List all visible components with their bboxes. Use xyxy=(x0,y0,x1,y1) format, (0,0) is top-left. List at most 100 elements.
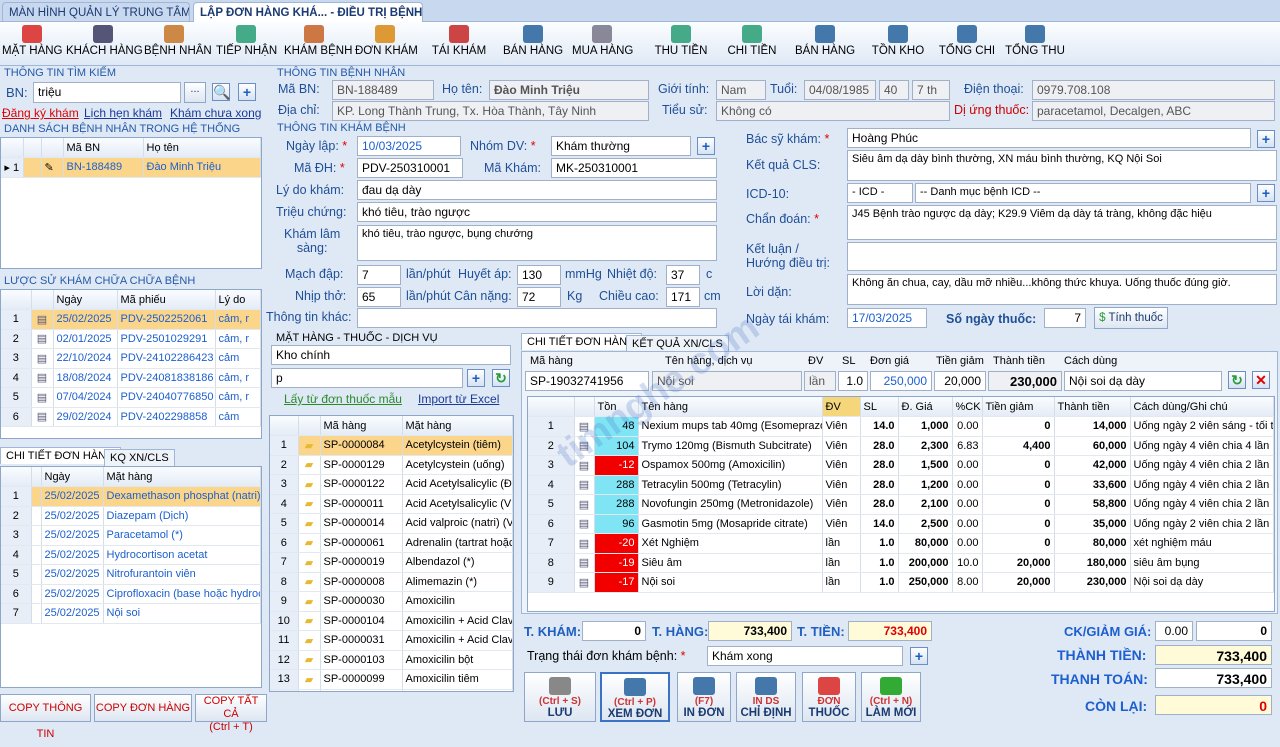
table-row[interactable]: 5 ▰ SP-0000014 Acid valproic (natri) (Vi xyxy=(270,513,513,534)
days-stepper[interactable]: 7 xyxy=(1044,308,1086,328)
payment-field[interactable]: 733,400 xyxy=(1155,668,1272,688)
table-row[interactable]: 7 25/02/2025 Nội soi xyxy=(1,603,261,624)
action-button-4[interactable]: ĐƠN THUỐC xyxy=(802,672,856,722)
table-row[interactable]: 6 ▰ SP-0000061 Adrenalin (tartrat hoặc xyxy=(270,533,513,553)
temp-field[interactable]: 37 xyxy=(666,265,700,285)
browse-button[interactable]: ... xyxy=(184,82,206,103)
entry-price[interactable]: 250,000 xyxy=(870,371,932,391)
toolbar-button-14[interactable]: TỔNG THU xyxy=(1005,24,1065,64)
toolbar-button-11[interactable]: BÁN HÀNG xyxy=(795,24,855,64)
discount-amount[interactable]: 0 xyxy=(1196,621,1272,641)
table-row[interactable]: 5 ▤ 288 Novofungin 250mg (Metronidazole) Viê… xyxy=(528,494,1274,515)
table-row[interactable]: 7 ▰ SP-0000019 Albendazol (*) xyxy=(270,552,513,573)
icd-category-select[interactable]: -- Danh mục bệnh ICD -- xyxy=(915,183,1251,203)
table-row[interactable]: 6 ▤ 29/02/2024 PDV-2402298858 cảm xyxy=(1,407,261,427)
search-input[interactable]: triệu xyxy=(33,82,181,103)
table-row[interactable]: 11 ▰ SP-0000031 Amoxicilin + Acid Clav xyxy=(270,630,513,651)
table-row[interactable]: 5 25/02/2025 Nitrofurantoin viên xyxy=(1,564,261,585)
toolbar-button-0[interactable]: MẶT HÀNG xyxy=(2,24,63,64)
refresh-entry-icon[interactable]: ↻ xyxy=(1228,371,1246,389)
toolbar-button-4[interactable]: KHÁM BỆNH xyxy=(284,24,352,64)
link-register[interactable]: Đăng ký khám xyxy=(2,106,79,120)
diagnosis-field[interactable]: J45 Bệnh trào ngược dạ dày; K29.9 Viêm d… xyxy=(847,205,1277,240)
add-patient-icon[interactable]: + xyxy=(238,83,256,101)
t-kham-field[interactable]: 0 xyxy=(582,621,646,641)
table-row[interactable]: 12 ▰ SP-0000103 Amoxicilin bột xyxy=(270,650,513,670)
table-row[interactable]: 3 ▰ SP-0000122 Acid Acetylsalicylic (Đ xyxy=(270,474,513,495)
product-search-input[interactable]: p xyxy=(271,368,463,388)
table-row[interactable]: 4 ▤ 288 Tetracylin 500mg (Tetracylin) Viên 28… xyxy=(528,475,1274,495)
table-row[interactable]: 8 ▤ -19 Siêu âm lần 1.0 200,000 10.0 20,000 180,0… xyxy=(528,553,1274,573)
action-button-5[interactable]: (Ctrl + N) LÀM MỚI xyxy=(861,672,921,722)
t-hang-field[interactable]: 733,400 xyxy=(708,621,792,641)
calculate-drug-button[interactable]: $ Tính thuốc xyxy=(1094,307,1168,329)
table-row[interactable]: ▸ 1 ✎ BN-188489 Đào Minh Triệu xyxy=(1,157,261,178)
allergy-field[interactable]: paracetamol, Decalgen, ABC xyxy=(1032,101,1275,121)
table-row[interactable]: 4 ▰ SP-0000011 Acid Acetylsalicylic (V xyxy=(270,494,513,514)
table-row[interactable]: 3 ▤ 22/10/2024 PDV-24102286423 cảm xyxy=(1,348,261,369)
entry-unit[interactable]: lần xyxy=(804,371,836,391)
table-row[interactable]: 9 ▰ SP-0000030 Amoxicilin xyxy=(270,591,513,612)
table-row[interactable]: 9 ▤ -17 Nội soi lần 1.0 250,000 8.00 20,000 230,0… xyxy=(528,572,1274,593)
table-row[interactable]: 13 ▰ SP-0000099 Amoxicilin tiêm xyxy=(270,669,513,690)
subtotal-field[interactable]: 733,400 xyxy=(1155,645,1272,665)
table-row[interactable]: 2 ▰ SP-0000129 Acetylcystein (uống) xyxy=(270,455,513,475)
tab-order[interactable]: LẬP ĐƠN HÀNG KHÁ... - ĐIỀU TRỊ BỆNH ⊗ xyxy=(193,2,423,22)
tab-lab-results-left[interactable]: KQ XN/CLS xyxy=(104,449,175,466)
action-button-2[interactable]: (F7) IN ĐƠN xyxy=(677,672,731,722)
table-row[interactable]: 1 ▰ SP-0000084 Acetylcystein (tiêm) xyxy=(270,435,513,456)
table-row[interactable]: 4 25/02/2025 Hydrocortison acetat xyxy=(1,545,261,565)
lab-result-field[interactable]: Siêu âm dạ dày bình thường, XN máu bình … xyxy=(847,150,1277,181)
search-icon[interactable]: 🔍 xyxy=(212,83,230,101)
action-button-0[interactable]: (Ctrl + S) LƯU xyxy=(524,672,596,722)
add-status-icon[interactable]: + xyxy=(910,647,928,665)
ngay-lap-field[interactable]: 10/03/2025 xyxy=(357,136,461,156)
table-row[interactable]: 1 ▤ 25/02/2025 PDV-2502252061 cảm, r xyxy=(1,309,261,330)
ma-kham-field[interactable]: MK-250310001 xyxy=(551,158,717,178)
address-field[interactable]: KP. Long Thành Trung, Tx. Hòa Thành, Tây… xyxy=(332,101,649,121)
copy-all-button[interactable]: COPY TẤT CẢ (Ctrl + T) xyxy=(195,694,267,733)
toolbar-button-10[interactable]: CHI TIỀN xyxy=(722,24,782,64)
phone-field[interactable]: 0979.708.108 xyxy=(1032,80,1275,100)
age-field[interactable]: 40 xyxy=(879,80,909,100)
add-service-group-icon[interactable]: + xyxy=(697,137,715,155)
toolbar-button-2[interactable]: BỆNH NHÂN xyxy=(144,24,212,64)
other-field[interactable] xyxy=(357,308,717,328)
toolbar-button-7[interactable]: BÁN HÀNG xyxy=(503,24,563,64)
clinical-field[interactable]: khó tiêu, trào ngược, bụng chướng xyxy=(357,225,717,261)
link-unfinished[interactable]: Khám chưa xong xyxy=(170,106,261,120)
edit-icon[interactable]: ✎ xyxy=(41,157,64,178)
pulse-field[interactable]: 7 xyxy=(357,265,401,285)
table-row[interactable]: 3 25/02/2025 Paracetamol (*) xyxy=(1,525,261,546)
action-button-3[interactable]: IN DS CHỈ ĐỊNH xyxy=(736,672,796,722)
table-row[interactable]: 10 ▰ SP-0000104 Amoxicilin + Acid Clav xyxy=(270,611,513,631)
ma-dh-field[interactable]: PDV-250310001 xyxy=(357,158,463,178)
toolbar-button-13[interactable]: TỔNG CHI xyxy=(937,24,997,64)
table-row[interactable]: 2 25/02/2025 Diazepam (Dịch) xyxy=(1,506,261,526)
table-row[interactable]: 6 ▤ 96 Gasmotin 5mg (Mosapride citrate) Viên… xyxy=(528,514,1274,534)
table-row[interactable]: 7 ▤ -20 Xét Nghiệm lần 1.0 80,000 0.00 0 80,000 xé… xyxy=(528,533,1274,554)
copy-order-button[interactable]: COPY ĐƠN HÀNG xyxy=(94,694,192,722)
add-doctor-icon[interactable]: + xyxy=(1257,130,1275,148)
table-row[interactable]: 4 ▤ 18/08/2024 PDV-24081838186 cảm, r xyxy=(1,368,261,388)
toolbar-button-9[interactable]: THU TIỀN xyxy=(651,24,711,64)
toolbar-button-3[interactable]: TIẾP NHẬN xyxy=(216,24,277,64)
warehouse-select[interactable]: Kho chính xyxy=(271,345,511,365)
table-row[interactable]: 5 ▤ 07/04/2024 PDV-24040776850 cảm, r xyxy=(1,387,261,408)
entry-usage[interactable]: Nội soi dạ dày xyxy=(1064,371,1222,391)
toolbar-button-5[interactable]: ĐƠN KHÁM xyxy=(355,24,418,64)
status-select[interactable]: Khám xong xyxy=(707,646,903,666)
advice-field[interactable]: Không ăn chua, cay, dầu mỡ nhiều...không… xyxy=(847,274,1277,305)
follow-up-date[interactable]: 17/03/2025 xyxy=(847,308,927,328)
age-month-field[interactable]: 7 th xyxy=(912,80,950,100)
entry-qty[interactable]: 1.0 xyxy=(838,371,868,391)
template-link[interactable]: Lấy từ đơn thuốc mẫu xyxy=(284,392,402,406)
t-tien-field[interactable]: 733,400 xyxy=(848,621,932,641)
table-row[interactable]: 2 ▤ 02/01/2025 PDV-2501029291 cảm, r xyxy=(1,329,261,349)
toolbar-button-12[interactable]: TỒN KHO xyxy=(868,24,928,64)
ho-ten-field[interactable]: Đào Minh Triệu xyxy=(489,80,649,100)
bp-field[interactable]: 130 xyxy=(517,265,561,285)
entry-discount[interactable]: 20,000 xyxy=(934,371,986,391)
table-row[interactable]: 2 ▤ 104 Trymo 120mg (Bismuth Subcitrate) Viê… xyxy=(528,436,1274,456)
delete-icon[interactable]: ✕ xyxy=(1252,371,1270,389)
